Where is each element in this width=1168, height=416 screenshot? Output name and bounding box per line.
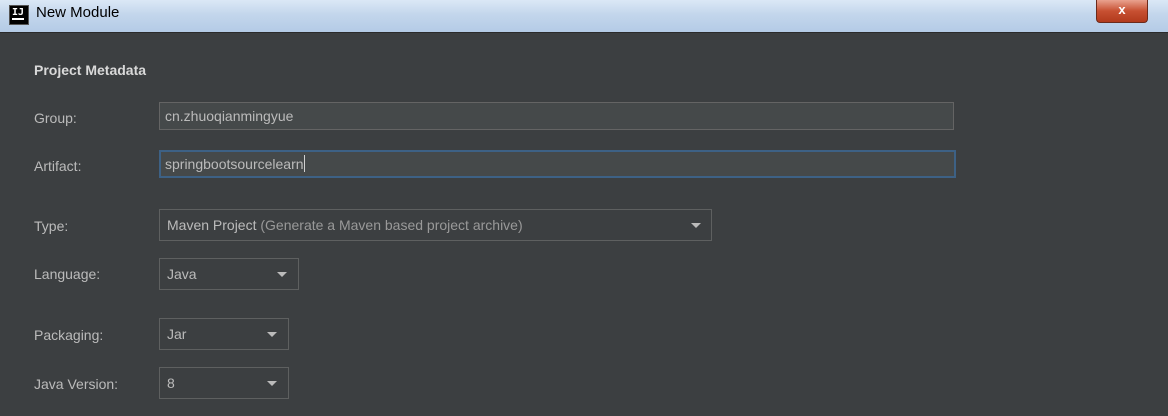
language-select[interactable]: Java — [159, 258, 299, 290]
close-icon: x — [1118, 2, 1126, 17]
java-version-select[interactable]: 8 — [159, 367, 289, 399]
packaging-label: Packaging: — [34, 327, 104, 343]
artifact-label: Artifact: — [34, 158, 82, 174]
close-button[interactable]: x — [1096, 0, 1148, 23]
intellij-idea-icon: IJ — [9, 5, 29, 25]
window-titlebar: IJ New Module x — [0, 0, 1168, 33]
artifact-field[interactable]: springbootsourcelearn — [159, 150, 956, 178]
chevron-down-icon — [691, 223, 701, 228]
text-cursor — [303, 155, 305, 172]
group-field[interactable]: cn.zhuoqianmingyue — [159, 102, 954, 130]
chevron-down-icon — [267, 381, 277, 386]
type-select[interactable]: Maven Project (Generate a Maven based pr… — [159, 209, 712, 241]
group-label: Group: — [34, 110, 77, 126]
section-title: Project Metadata — [34, 62, 147, 78]
window-title: New Module — [36, 4, 120, 21]
chevron-down-icon — [267, 332, 277, 337]
java-version-label: Java Version: — [34, 376, 119, 392]
packaging-select[interactable]: Jar — [159, 318, 289, 350]
chevron-down-icon — [277, 272, 287, 277]
new-module-panel: Project Metadata Group: cn.zhuoqianmingy… — [0, 33, 1168, 416]
type-label: Type: — [34, 218, 69, 234]
language-label: Language: — [34, 266, 101, 282]
